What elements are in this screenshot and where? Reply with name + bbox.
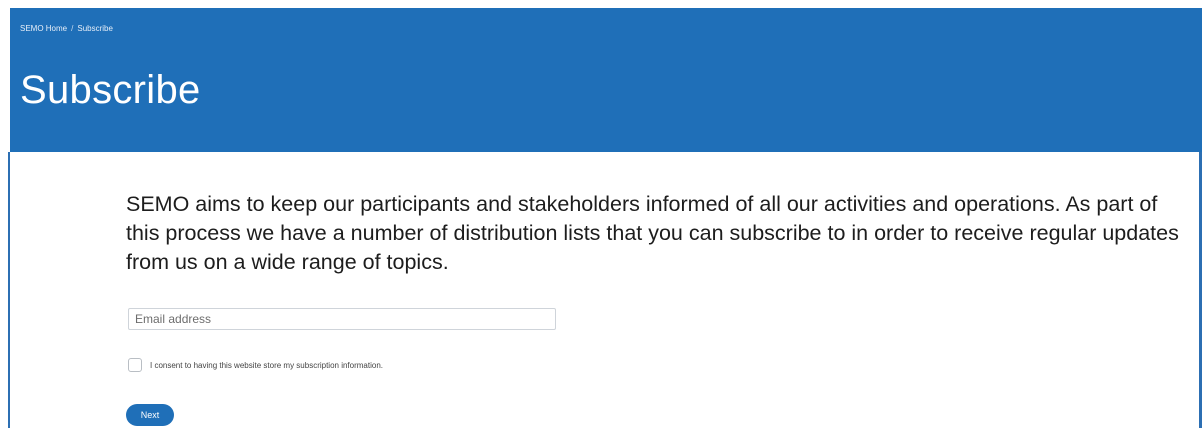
next-button[interactable]: Next (126, 404, 174, 426)
consent-label: I consent to having this website store m… (150, 360, 383, 370)
breadcrumb: SEMO Home / Subscribe (20, 24, 113, 34)
breadcrumb-current: Subscribe (77, 24, 113, 33)
left-border (8, 152, 10, 428)
consent-checkbox[interactable] (128, 358, 142, 372)
breadcrumb-separator: / (71, 24, 74, 33)
email-field[interactable] (128, 308, 556, 330)
breadcrumb-home-link[interactable]: SEMO Home (20, 24, 67, 33)
subscribe-form-section: SEMO aims to keep our participants and s… (126, 190, 1186, 426)
page: SEMO Home / Subscribe Subscribe SEMO aims … (0, 0, 1202, 428)
page-header: SEMO Home / Subscribe Subscribe (10, 8, 1202, 152)
consent-row: I consent to having this website store m… (128, 358, 383, 372)
page-title: Subscribe (20, 68, 201, 112)
intro-text: SEMO aims to keep our participants and s… (126, 192, 1179, 274)
